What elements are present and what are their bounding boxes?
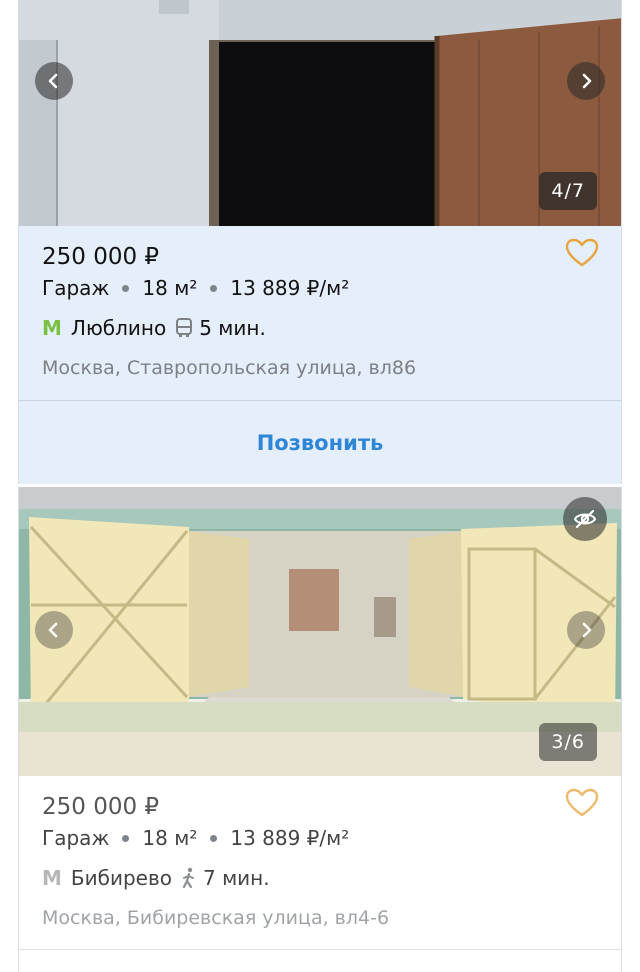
- property-type: Гараж: [42, 826, 110, 850]
- card-divider: [19, 949, 621, 950]
- travel-time: 5 мин.: [199, 316, 266, 340]
- listing-price: 250 000 ₽: [42, 244, 160, 270]
- photo-counter: 4/7: [539, 172, 597, 210]
- bus-icon: [175, 318, 193, 338]
- separator-dot: [122, 284, 130, 292]
- garage-photo: [19, 0, 621, 226]
- listing-address: Москва, Ставропольская улица, вл86: [42, 357, 417, 379]
- listing-feed: 4/7 250 000 ₽ Гараж 18 м² 13 889 ₽/м² M …: [0, 0, 640, 972]
- property-area: 18 м²: [142, 826, 198, 850]
- chevron-left-icon: [48, 73, 58, 89]
- call-button[interactable]: Позвонить: [257, 431, 384, 455]
- hide-listing-button[interactable]: [563, 497, 607, 541]
- listing-photo[interactable]: 3/6: [19, 487, 621, 776]
- chevron-left-icon: [48, 622, 58, 638]
- call-area: Позвонить: [19, 400, 621, 484]
- walk-icon: [181, 867, 197, 889]
- prev-photo-button[interactable]: [35, 62, 73, 100]
- property-type: Гараж: [42, 276, 110, 300]
- price-per-m2: 13 889 ₽/м²: [230, 826, 350, 850]
- garage-photo: [19, 487, 621, 776]
- listing-params: Гараж 18 м² 13 889 ₽/м²: [42, 824, 598, 852]
- listing-card[interactable]: 4/7 250 000 ₽ Гараж 18 м² 13 889 ₽/м² M …: [18, 0, 622, 484]
- property-area: 18 м²: [142, 276, 198, 300]
- separator-dot: [210, 284, 218, 292]
- listing-params: Гараж 18 м² 13 889 ₽/м²: [42, 274, 598, 302]
- listing-card[interactable]: 3/6 250 000 ₽ Гараж 18 м² 13 889 ₽/м² M …: [18, 487, 622, 972]
- photo-counter: 3/6: [539, 723, 597, 761]
- metro-station: Бибирево: [70, 866, 172, 890]
- listing-info: 250 000 ₽ Гараж 18 м² 13 889 ₽/м² M Биби…: [19, 776, 621, 932]
- price-per-m2: 13 889 ₽/м²: [230, 276, 350, 300]
- listing-address: Москва, Бибиревская улица, вл4-6: [42, 907, 390, 929]
- favorite-heart-icon[interactable]: [565, 788, 599, 818]
- next-photo-button[interactable]: [567, 62, 605, 100]
- chevron-right-icon: [582, 73, 592, 89]
- metro-line: M Люблино 5 мин.: [42, 314, 598, 342]
- listing-photo[interactable]: 4/7: [19, 0, 621, 226]
- metro-station: Люблино: [70, 316, 167, 340]
- metro-icon: M: [42, 866, 62, 890]
- listing-info: 250 000 ₽ Гараж 18 м² 13 889 ₽/м² M Любл…: [19, 226, 621, 382]
- metro-icon: M: [42, 316, 62, 340]
- listing-price: 250 000 ₽: [42, 794, 160, 820]
- eye-off-icon: [573, 509, 597, 529]
- favorite-heart-icon[interactable]: [565, 238, 599, 268]
- chevron-right-icon: [582, 622, 592, 638]
- next-photo-button[interactable]: [567, 611, 605, 649]
- separator-dot: [122, 834, 130, 842]
- metro-line: M Бибирево 7 мин.: [42, 864, 598, 892]
- separator-dot: [210, 834, 218, 842]
- prev-photo-button[interactable]: [35, 611, 73, 649]
- travel-time: 7 мин.: [202, 866, 270, 890]
